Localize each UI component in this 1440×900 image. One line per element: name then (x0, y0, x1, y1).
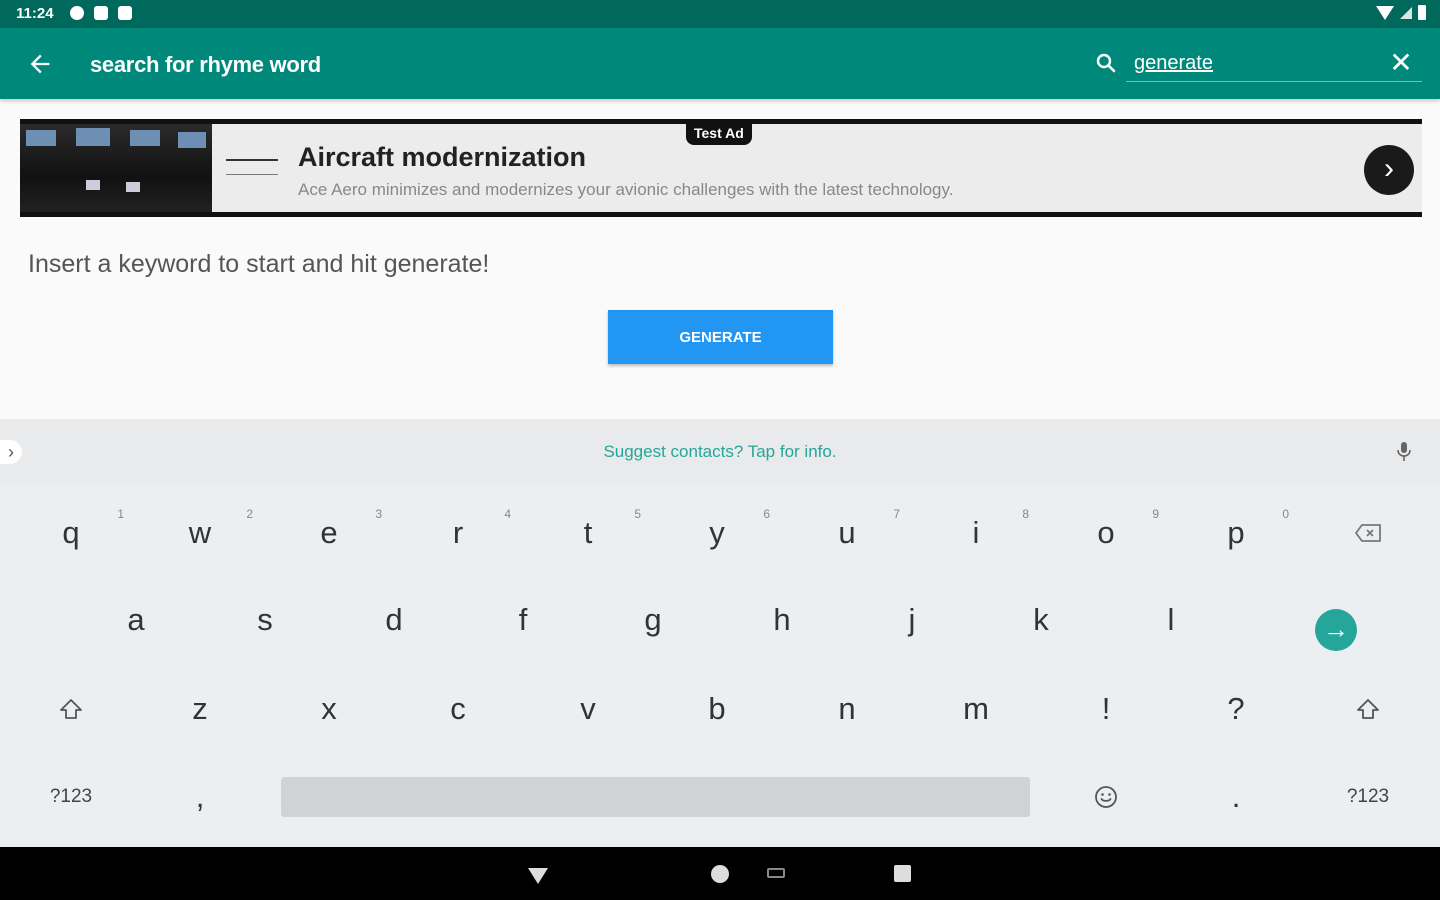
key-p[interactable]: p0 (1173, 491, 1299, 575)
key-label: u (838, 515, 856, 550)
emoji-key[interactable] (1043, 755, 1169, 839)
cell-signal-icon (1400, 6, 1412, 19)
key-a[interactable]: a (73, 578, 199, 662)
backspace-icon (1355, 524, 1381, 542)
backspace-key[interactable] (1305, 491, 1431, 575)
shift-icon (60, 699, 82, 719)
nav-back-icon[interactable] (528, 868, 548, 884)
search-icon (1094, 51, 1118, 75)
key-label: t (583, 515, 593, 550)
test-ad-badge: Test Ad (686, 124, 752, 145)
key-comma[interactable]: , (137, 755, 263, 839)
nav-recents-icon[interactable] (894, 865, 911, 882)
advertiser-logo (226, 159, 278, 175)
shift-key-left[interactable] (8, 667, 134, 751)
key-label: r (452, 515, 464, 550)
key-e[interactable]: e3 (266, 491, 392, 575)
key-j[interactable]: j (849, 578, 975, 662)
generate-button[interactable]: GENERATE (608, 310, 833, 364)
emoji-icon (1095, 786, 1117, 808)
symbols-key-right[interactable]: ?123 (1305, 755, 1431, 839)
key-hint: 2 (246, 507, 253, 521)
wifi-icon (1376, 5, 1394, 20)
app-notification-icon (94, 6, 108, 20)
key-n[interactable]: n (784, 667, 910, 751)
shift-icon (1357, 699, 1379, 719)
key-hint: 9 (1152, 507, 1159, 521)
key-label: p (1227, 515, 1245, 550)
key-hint: 5 (634, 507, 641, 521)
suggest-contacts-link[interactable]: Suggest contacts? Tap for info. (0, 442, 1440, 462)
key-x[interactable]: x (266, 667, 392, 751)
key-hint: 6 (763, 507, 770, 521)
key-label: w (188, 515, 212, 550)
nav-home-icon[interactable] (711, 865, 729, 883)
key-hint: 3 (375, 507, 382, 521)
page-title: search for rhyme word (90, 52, 321, 77)
ad-banner[interactable]: Test Ad Aircraft modernization Ace Aero … (20, 119, 1422, 217)
key-c[interactable]: c (395, 667, 521, 751)
back-arrow-icon[interactable] (26, 50, 54, 78)
key-i[interactable]: i8 (913, 491, 1039, 575)
app-toolbar: search for rhyme word ✕ (0, 28, 1440, 99)
ad-description: Ace Aero minimizes and modernizes your a… (298, 180, 954, 199)
key-question[interactable]: ? (1173, 667, 1299, 751)
key-hint: 8 (1022, 507, 1029, 521)
key-o[interactable]: o9 (1043, 491, 1169, 575)
key-s[interactable]: s (202, 578, 328, 662)
key-r[interactable]: r4 (395, 491, 521, 575)
key-v[interactable]: v (525, 667, 651, 751)
ad-title: Aircraft modernization (298, 142, 587, 172)
key-hint: 4 (504, 507, 511, 521)
key-hint: 0 (1282, 507, 1289, 521)
status-bar: 11:24 (0, 0, 1440, 28)
key-label: y (709, 515, 725, 550)
key-z[interactable]: z (137, 667, 263, 751)
key-u[interactable]: u7 (784, 491, 910, 575)
key-label: i (972, 515, 980, 550)
space-bar[interactable] (281, 777, 1030, 817)
key-d[interactable]: d (331, 578, 457, 662)
key-label: q (62, 515, 80, 550)
key-g[interactable]: g (590, 578, 716, 662)
key-l[interactable]: l (1108, 578, 1234, 662)
search-input[interactable] (1126, 46, 1422, 82)
key-y[interactable]: y6 (654, 491, 780, 575)
key-label: e (320, 515, 338, 550)
enter-arrow-icon[interactable]: → (1315, 609, 1357, 651)
symbols-key-left[interactable]: ?123 (8, 755, 134, 839)
key-k[interactable]: k (978, 578, 1104, 662)
ad-image (20, 124, 212, 212)
instruction-text: Insert a keyword to start and hit genera… (28, 250, 490, 278)
key-h[interactable]: h (719, 578, 845, 662)
status-time: 11:24 (16, 5, 54, 22)
chevron-right-icon[interactable]: › (1364, 145, 1414, 195)
key-q[interactable]: q1 (8, 491, 134, 575)
key-m[interactable]: m (913, 667, 1039, 751)
key-t[interactable]: t5 (525, 491, 651, 575)
microphone-icon[interactable] (1396, 441, 1412, 463)
keyboard-switch-icon[interactable] (767, 868, 785, 878)
settings-notification-icon (70, 6, 84, 20)
close-icon[interactable]: ✕ (1386, 48, 1416, 78)
key-w[interactable]: w2 (137, 491, 263, 575)
shift-key-right[interactable] (1305, 667, 1431, 751)
key-label: o (1097, 515, 1115, 550)
key-f[interactable]: f (460, 578, 586, 662)
battery-icon (1418, 5, 1426, 20)
key-period[interactable]: . (1173, 755, 1299, 839)
sd-card-icon (118, 6, 132, 20)
key-hint: 1 (117, 507, 124, 521)
key-hint: 7 (893, 507, 900, 521)
key-b[interactable]: b (654, 667, 780, 751)
key-exclamation[interactable]: ! (1043, 667, 1169, 751)
